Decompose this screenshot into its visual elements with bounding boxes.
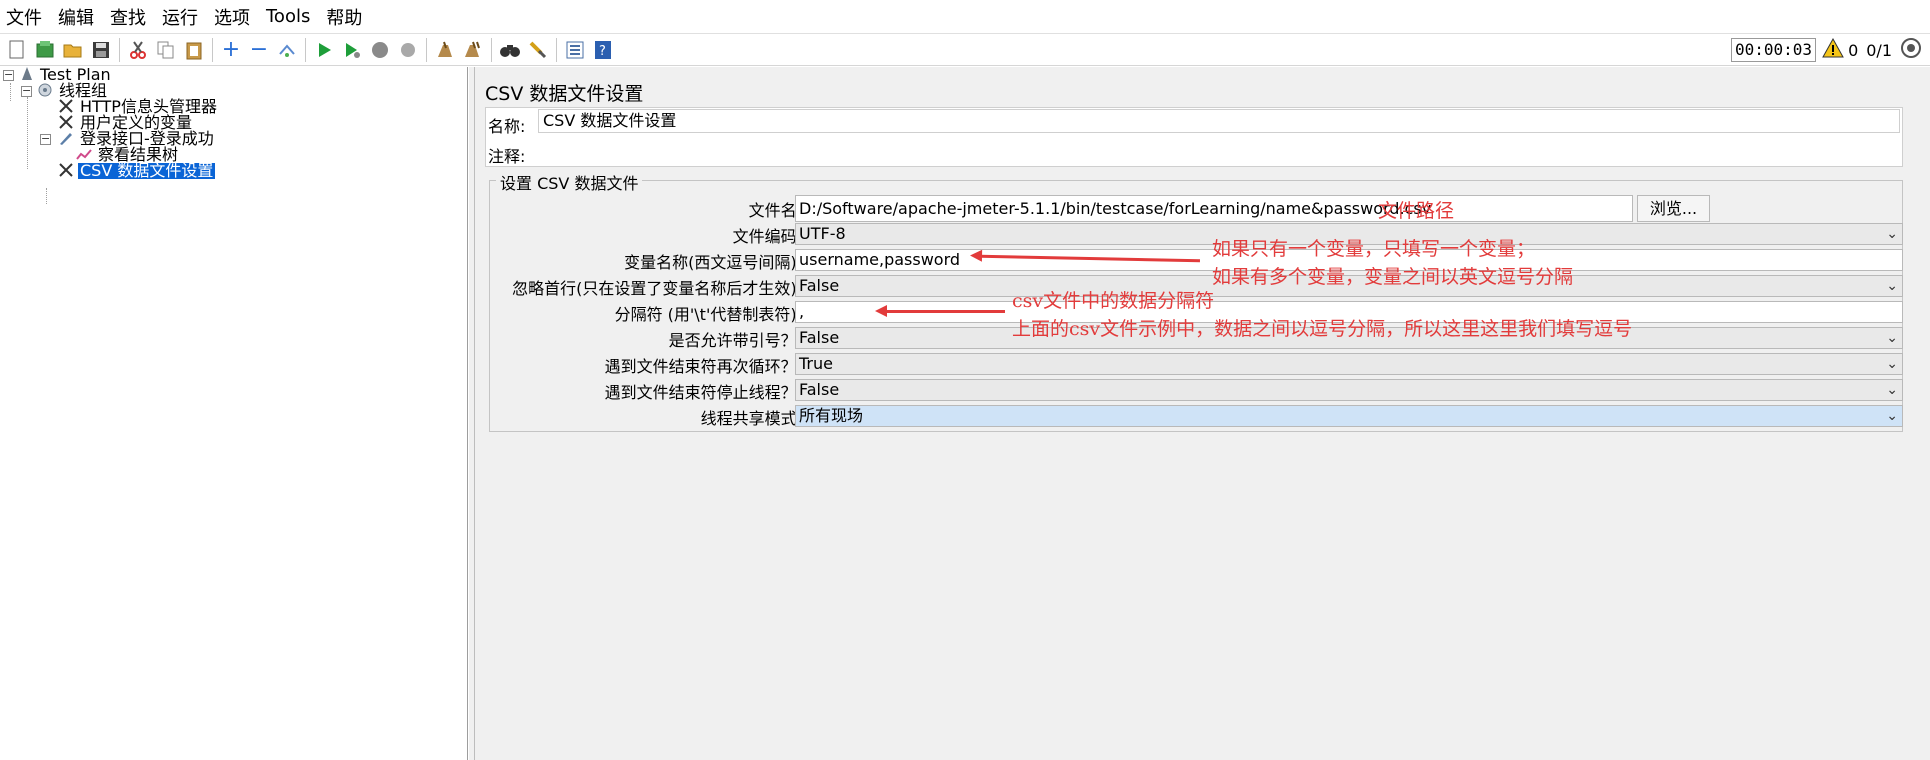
menu-run[interactable]: 运行 <box>160 4 200 30</box>
name-comment-box: 名称: CSV 数据文件设置 注释: <box>485 107 1903 167</box>
collapse-toggle-icon[interactable]: − <box>21 85 32 97</box>
gear-icon <box>37 82 53 101</box>
toolbar-separator <box>305 37 306 62</box>
clear-all-icon[interactable] <box>461 38 485 62</box>
toolbar-separator <box>491 37 492 62</box>
clear-icon[interactable] <box>433 38 457 62</box>
menu-options[interactable]: 选项 <box>212 4 252 30</box>
chevron-down-icon: ⌄ <box>1886 382 1898 398</box>
recycle-on-eof-select[interactable]: True ⌄ <box>795 353 1903 375</box>
test-plan-icon <box>20 66 34 85</box>
function-helper-icon[interactable] <box>563 38 587 62</box>
annotation-variables-line1: 如果只有一个变量，只填写一个变量； <box>1212 238 1536 260</box>
tree-node-csv-data-set[interactable]: CSV 数据文件设置 <box>58 162 216 181</box>
warning-icon[interactable] <box>1822 37 1844 62</box>
sharing-mode-label: 线程共享模式: <box>700 409 802 428</box>
config-panel: CSV 数据文件设置 名称: CSV 数据文件设置 注释: 设置 CSV 数据文… <box>475 67 1930 760</box>
annotation-delimiter-line1: csv文件中的数据分隔符 <box>1012 290 1215 312</box>
toolbar-separator <box>119 37 120 62</box>
menu-bar: 文件 编辑 查找 运行 选项 Tools 帮助 <box>0 0 1930 34</box>
cut-icon[interactable] <box>126 38 150 62</box>
toolbar-separator <box>426 37 427 62</box>
menu-file[interactable]: 文件 <box>4 4 44 30</box>
stop-thread-on-eof-select[interactable]: False ⌄ <box>795 379 1903 401</box>
collapse-toggle-icon[interactable]: − <box>3 69 14 81</box>
encoding-label: 文件编码: <box>732 227 802 246</box>
ignore-first-line-label: 忽略首行(只在设置了变量名称后才生效): <box>512 279 802 298</box>
remote-gear-icon[interactable] <box>1900 37 1922 63</box>
shutdown-icon[interactable] <box>396 38 420 62</box>
wrench-icon <box>58 162 74 181</box>
menu-tools[interactable]: Tools <box>264 6 312 27</box>
expand-icon[interactable]: + <box>219 38 243 62</box>
toolbar-separator <box>556 37 557 62</box>
chevron-down-icon: ⌄ <box>1886 330 1898 346</box>
start-no-pause-icon[interactable] <box>340 38 364 62</box>
toggle-icon[interactable] <box>275 38 299 62</box>
group-title: 设置 CSV 数据文件 <box>496 170 643 194</box>
filename-input[interactable]: D:/Software/apache-jmeter-5.1.1/bin/test… <box>795 195 1633 222</box>
chevron-down-icon: ⌄ <box>1886 278 1898 294</box>
help-icon[interactable]: ? <box>591 38 615 62</box>
toolbar-status: 00:00:03 0 0/1 <box>1731 37 1922 63</box>
elapsed-timer: 00:00:03 <box>1731 38 1817 62</box>
copy-icon[interactable] <box>154 38 178 62</box>
menu-edit[interactable]: 编辑 <box>56 4 96 30</box>
annotation-variables-line2: 如果有多个变量，变量之间以英文逗号分隔 <box>1212 266 1574 288</box>
stop-thread-on-eof-label: 遇到文件结束符停止线程？: <box>604 383 802 402</box>
reset-search-icon[interactable] <box>526 38 550 62</box>
pencil-icon <box>58 130 74 149</box>
panel-title: CSV 数据文件设置 <box>485 83 644 105</box>
name-input[interactable]: CSV 数据文件设置 <box>538 109 1900 133</box>
variable-names-label: 变量名称(西文逗号间隔): <box>624 253 802 272</box>
save-icon[interactable] <box>89 38 113 62</box>
chevron-down-icon: ⌄ <box>1886 408 1898 424</box>
sharing-mode-select[interactable]: 所有现场 ⌄ <box>795 405 1903 427</box>
recycle-on-eof-label: 遇到文件结束符再次循环？: <box>604 357 802 376</box>
toolbar: + − ? 00:00:03 0 0/1 <box>0 34 1930 66</box>
paste-icon[interactable] <box>182 38 206 62</box>
allow-quoted-label: 是否允许带引号？: <box>668 331 802 350</box>
svg-text:?: ? <box>599 44 606 59</box>
chevron-down-icon: ⌄ <box>1886 226 1898 242</box>
stop-icon[interactable] <box>368 38 392 62</box>
test-plan-tree: − Test Plan − 线程组 HTTP信息头管理器 用户定义的变量 − 登… <box>0 66 468 760</box>
annotation-file-path: 文件路径 <box>1378 200 1455 222</box>
name-label: 名称: <box>488 117 526 136</box>
annotation-arrow-delimiter <box>875 305 1005 317</box>
browse-button[interactable]: 浏览... <box>1637 195 1710 222</box>
open-icon[interactable] <box>61 38 85 62</box>
warning-count: 0 <box>1848 40 1859 60</box>
chevron-down-icon: ⌄ <box>1886 356 1898 372</box>
comment-input[interactable] <box>538 139 1900 163</box>
toolbar-separator <box>212 37 213 62</box>
menu-search[interactable]: 查找 <box>108 4 148 30</box>
templates-icon[interactable] <box>33 38 57 62</box>
comment-label: 注释: <box>488 147 526 166</box>
delimiter-label: 分隔符 (用'\t'代替制表符): <box>614 305 802 324</box>
new-icon[interactable] <box>5 38 29 62</box>
thread-count: 0/1 <box>1866 40 1892 60</box>
annotation-delimiter-line2: 上面的csv文件示例中，数据之间以逗号分隔，所以这里这里我们填写逗号 <box>1012 318 1633 340</box>
collapse-toggle-icon[interactable]: − <box>40 133 51 145</box>
menu-help[interactable]: 帮助 <box>324 4 364 30</box>
search-icon[interactable] <box>498 38 522 62</box>
collapse-icon[interactable]: − <box>247 38 271 62</box>
start-icon[interactable] <box>312 38 336 62</box>
filename-label: 文件名: <box>748 201 802 220</box>
